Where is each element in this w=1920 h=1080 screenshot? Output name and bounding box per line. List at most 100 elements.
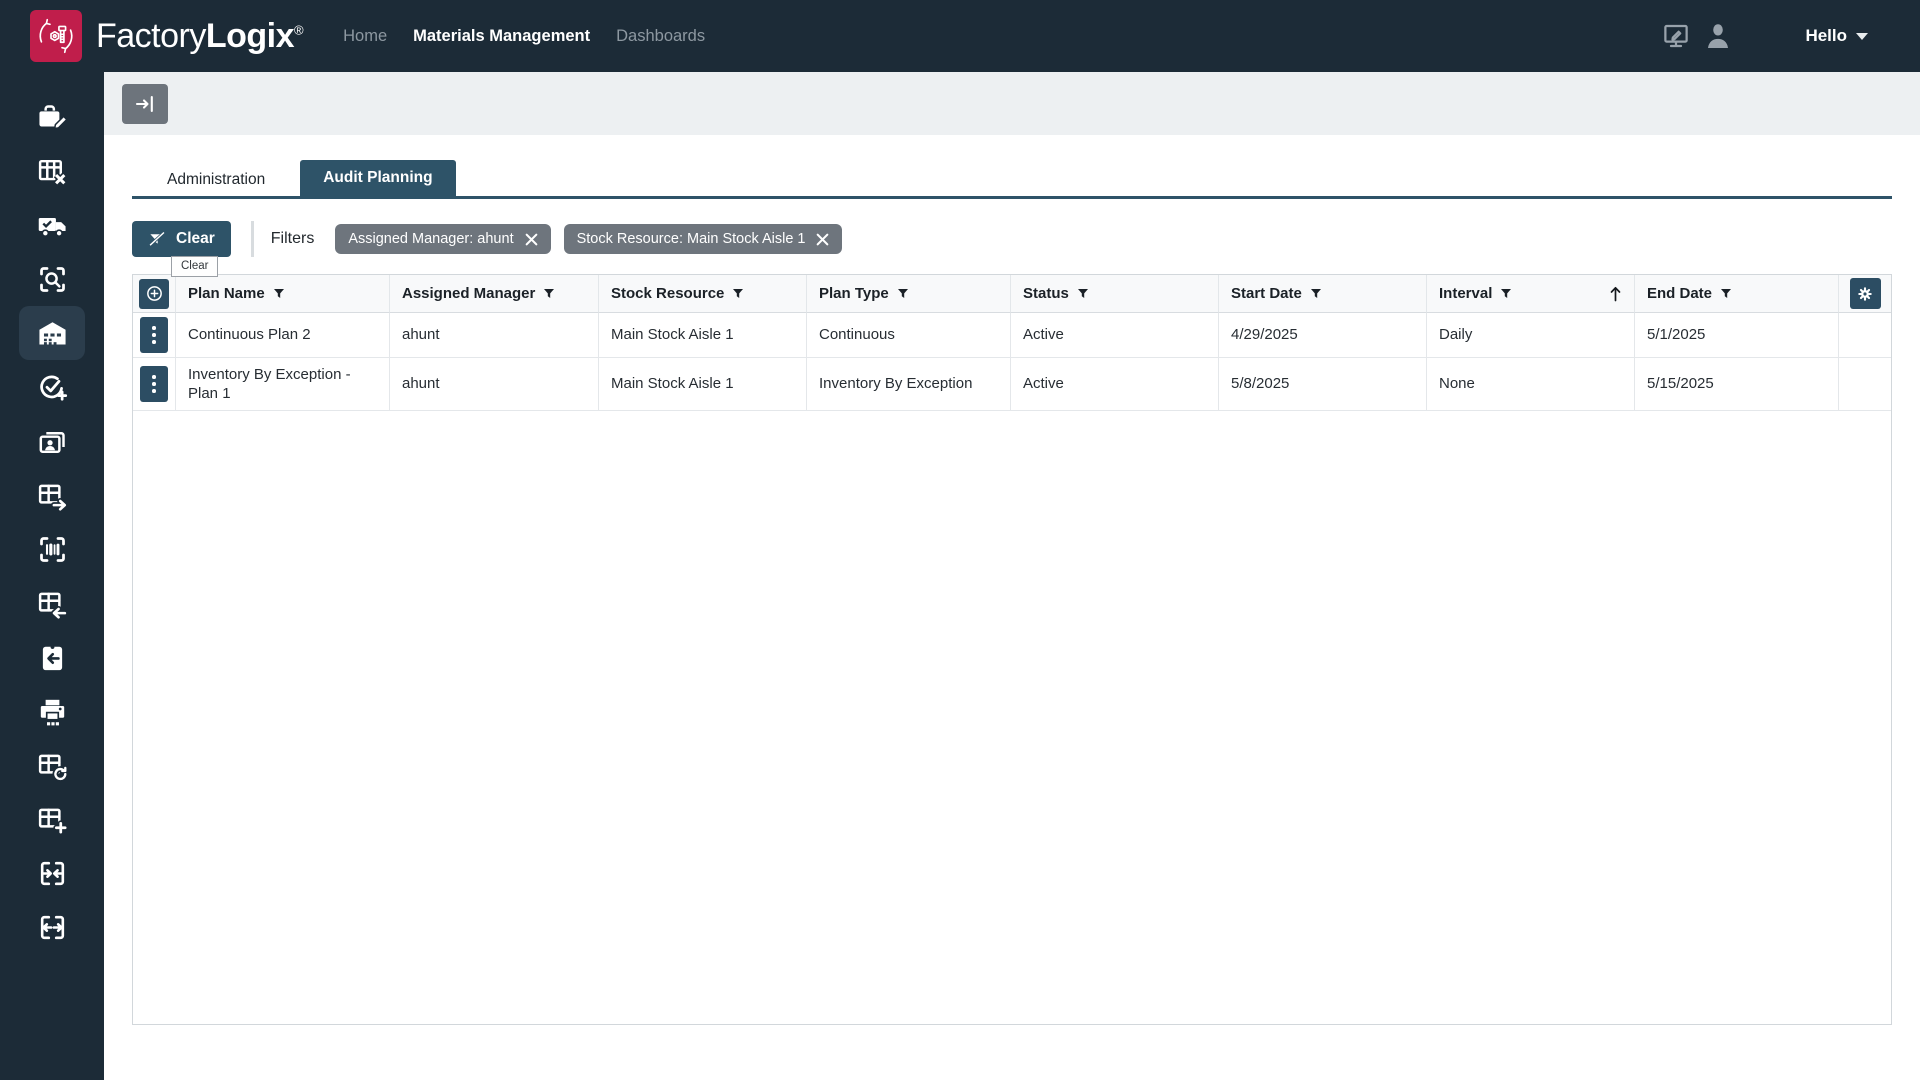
sidebar-item-table-arrow-right[interactable] bbox=[19, 468, 85, 522]
tab-audit-planning[interactable]: Audit Planning bbox=[300, 160, 455, 196]
table-settings-button[interactable] bbox=[1850, 278, 1881, 309]
clear-label: Clear bbox=[176, 230, 215, 248]
sidebar-item-clipboard-arrow-left[interactable] bbox=[19, 630, 85, 684]
sidebar-item-briefcase-pencil[interactable] bbox=[19, 90, 85, 144]
brand-name: FactoryLogix® bbox=[96, 17, 303, 56]
scan-search-icon bbox=[36, 263, 69, 296]
column-label: Stock Resource bbox=[611, 285, 724, 302]
chip-close-icon[interactable] bbox=[525, 233, 538, 246]
sidebar-item-table-refresh[interactable] bbox=[19, 738, 85, 792]
audit-planning-page: Administration Audit Planning Clear Filt… bbox=[104, 135, 1920, 1025]
filter-funnel-icon[interactable] bbox=[1310, 288, 1322, 299]
sidebar-item-table-arrow-left[interactable] bbox=[19, 576, 85, 630]
row-menu-button[interactable] bbox=[140, 317, 168, 353]
audit-plans-table: Plan Name Assigned Manager Stock Resourc… bbox=[132, 274, 1892, 1025]
cell-start-date: 4/29/2025 bbox=[1219, 313, 1427, 358]
filter-funnel-icon[interactable] bbox=[1077, 288, 1089, 299]
table-row-actions bbox=[133, 358, 176, 411]
cell-stock-resource: Main Stock Aisle 1 bbox=[599, 313, 807, 358]
column-header-stock-resource: Stock Resource bbox=[599, 275, 807, 313]
cell-stock-resource: Main Stock Aisle 1 bbox=[599, 358, 807, 411]
chevron-down-icon bbox=[1856, 33, 1868, 40]
topbar-right: Hello bbox=[1659, 19, 1920, 53]
sidebar-item-expand-horizontal[interactable] bbox=[19, 900, 85, 954]
sidebar-item-barcode-scan[interactable] bbox=[19, 522, 85, 576]
table-header-settings bbox=[1839, 275, 1891, 313]
cell-plan-name: Continuous Plan 2 bbox=[176, 313, 390, 358]
sidebar-item-check-circle-plus[interactable] bbox=[19, 360, 85, 414]
tab-bar: Administration Audit Planning bbox=[132, 160, 1892, 199]
column-header-interval: Interval bbox=[1427, 275, 1635, 313]
sidebar-item-table-remove[interactable] bbox=[19, 144, 85, 198]
cell-interval: None bbox=[1427, 358, 1635, 411]
clipboard-arrow-left-icon bbox=[36, 641, 69, 674]
filter-funnel-icon[interactable] bbox=[273, 288, 285, 299]
top-bar: FactoryLogix® Home Materials Management … bbox=[0, 0, 1920, 72]
table-arrow-left-icon bbox=[36, 587, 69, 620]
filter-funnel-icon[interactable] bbox=[897, 288, 909, 299]
display-edit-icon[interactable] bbox=[1659, 19, 1693, 53]
cell-empty bbox=[1839, 358, 1891, 411]
user-menu[interactable]: Hello bbox=[1805, 26, 1868, 46]
sort-ascending-icon[interactable] bbox=[1609, 286, 1622, 302]
column-label: End Date bbox=[1647, 285, 1712, 302]
column-label: Status bbox=[1023, 285, 1069, 302]
sidebar-item-collapse-horizontal[interactable] bbox=[19, 846, 85, 900]
user-icon[interactable] bbox=[1701, 19, 1735, 53]
expand-horizontal-icon bbox=[36, 911, 69, 944]
filter-funnel-icon[interactable] bbox=[1720, 288, 1732, 299]
tab-administration[interactable]: Administration bbox=[146, 164, 286, 196]
clear-filters-button[interactable]: Clear bbox=[132, 221, 231, 257]
cell-assigned-manager: ahunt bbox=[390, 358, 599, 411]
table-plus-icon bbox=[36, 803, 69, 836]
gear-icon bbox=[1856, 285, 1874, 303]
table-refresh-icon bbox=[36, 749, 69, 782]
briefcase-pencil-icon bbox=[36, 101, 69, 134]
sidebar-item-warehouse[interactable] bbox=[19, 306, 85, 360]
sidebar-item-id-card[interactable] bbox=[19, 414, 85, 468]
filter-funnel-icon[interactable] bbox=[732, 288, 744, 299]
add-plan-button[interactable] bbox=[139, 279, 169, 309]
column-label: Plan Type bbox=[819, 285, 889, 302]
table-remove-icon bbox=[36, 155, 69, 188]
cell-empty bbox=[1839, 313, 1891, 358]
check-circle-plus-icon bbox=[36, 371, 69, 404]
column-label: Start Date bbox=[1231, 285, 1302, 302]
column-header-assigned-manager: Assigned Manager bbox=[390, 275, 599, 313]
column-header-end-date: End Date bbox=[1635, 275, 1839, 313]
sidebar-item-scan-search[interactable] bbox=[19, 252, 85, 306]
filter-funnel-icon[interactable] bbox=[543, 288, 555, 299]
chip-label: Stock Resource: Main Stock Aisle 1 bbox=[577, 231, 806, 247]
cell-end-date: 5/15/2025 bbox=[1635, 358, 1839, 411]
row-menu-button[interactable] bbox=[140, 366, 168, 402]
sidebar-item-truck-check[interactable] bbox=[19, 198, 85, 252]
cell-interval: Daily bbox=[1427, 313, 1635, 358]
column-header-start-date: Start Date bbox=[1219, 275, 1427, 313]
nav-home[interactable]: Home bbox=[343, 27, 387, 46]
table-row-actions bbox=[133, 313, 176, 358]
divider bbox=[251, 221, 254, 257]
id-card-icon bbox=[36, 425, 69, 458]
filter-funnel-icon[interactable] bbox=[1500, 288, 1512, 299]
top-navigation: Home Materials Management Dashboards bbox=[343, 27, 705, 46]
cell-assigned-manager: ahunt bbox=[390, 313, 599, 358]
nav-dashboards[interactable]: Dashboards bbox=[616, 27, 705, 46]
warehouse-icon bbox=[36, 317, 69, 350]
filter-chip-stock-resource: Stock Resource: Main Stock Aisle 1 bbox=[564, 224, 843, 254]
toolbar-strip bbox=[104, 72, 1920, 135]
panel-collapse-button[interactable] bbox=[122, 84, 168, 124]
cell-plan-type: Inventory By Exception bbox=[807, 358, 1011, 411]
table-arrow-right-icon bbox=[36, 479, 69, 512]
filter-clear-icon bbox=[148, 230, 167, 249]
clear-tooltip: Clear bbox=[171, 256, 218, 277]
chip-close-icon[interactable] bbox=[816, 233, 829, 246]
column-header-status: Status bbox=[1011, 275, 1219, 313]
sidebar-item-printer[interactable] bbox=[19, 684, 85, 738]
cell-end-date: 5/1/2025 bbox=[1635, 313, 1839, 358]
filter-bar: Clear Filters Assigned Manager: ahunt St… bbox=[132, 221, 1892, 257]
left-sidebar bbox=[0, 72, 104, 1080]
factorylogix-logo-icon bbox=[30, 10, 82, 62]
sidebar-item-table-plus[interactable] bbox=[19, 792, 85, 846]
nav-materials-management[interactable]: Materials Management bbox=[413, 27, 590, 46]
cell-status: Active bbox=[1011, 358, 1219, 411]
